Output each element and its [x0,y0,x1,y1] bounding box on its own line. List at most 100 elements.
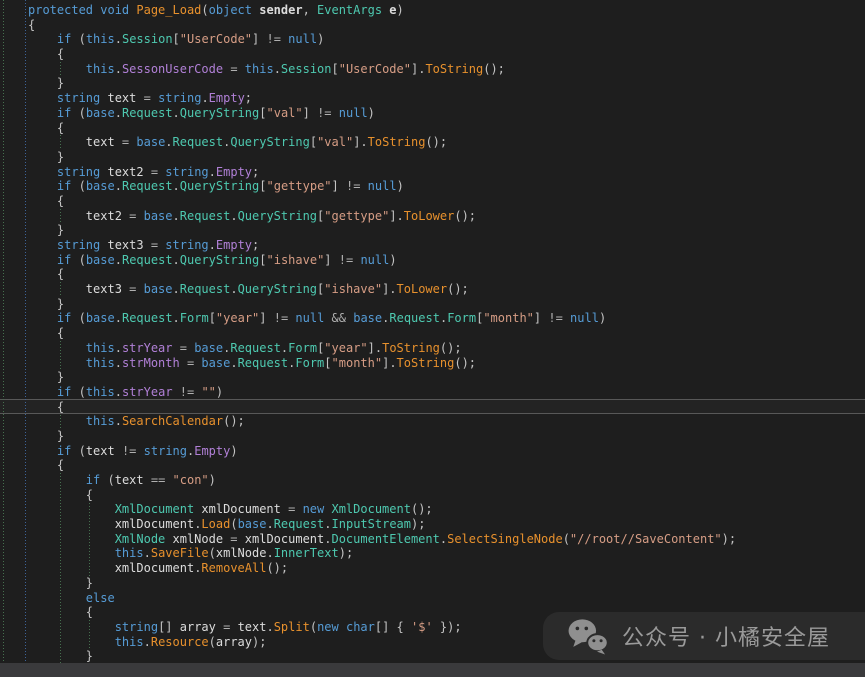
code-line[interactable]: this.SaveFile(xmlNode.InnerText); [0,546,865,561]
code-token: (); [454,356,476,370]
code-token: ) [230,444,237,458]
indent-whitespace [28,444,57,458]
code-line[interactable]: { [0,458,865,473]
code-line[interactable]: text2 = base.Request.QueryString["gettyp… [0,209,865,224]
code-line[interactable]: } [0,223,865,238]
code-line[interactable]: text3 = base.Request.QueryString["ishave… [0,282,865,297]
code-area[interactable]: protected void Page_Load(object sender, … [0,3,865,664]
code-token: if [57,253,79,267]
code-token: if [57,385,79,399]
code-line[interactable]: string text3 = string.Empty; [0,238,865,253]
code-line[interactable]: } [0,429,865,444]
code-line[interactable]: if (base.Request.QueryString["ishave"] !… [0,253,865,268]
code-line[interactable]: } [0,150,865,165]
code-line[interactable]: this.SearchCalendar(); [0,414,865,429]
code-line[interactable]: } [0,297,865,312]
code-token: } [57,150,64,164]
code-line[interactable]: this.strYear = base.Request.Form["year"]… [0,341,865,356]
code-line[interactable]: string text = string.Empty; [0,91,865,106]
code-line[interactable]: this.strMonth = base.Request.Form["month… [0,356,865,371]
code-line[interactable]: XmlDocument xmlDocument = new XmlDocumen… [0,502,865,517]
code-line[interactable]: this.SessonUserCode = this.Session["User… [0,62,865,77]
code-line[interactable]: { [0,326,865,341]
code-line[interactable]: protected void Page_Load(object sender, … [0,3,865,18]
code-token: SaveFile [151,546,209,560]
code-token: "val" [267,106,303,120]
code-token: ]. [368,341,382,355]
code-token: object [209,3,260,17]
code-token: [ [259,179,266,193]
code-token: ToLower [404,209,455,223]
code-token: ); [722,532,736,546]
code-token: null [288,32,317,46]
indent-whitespace [28,282,86,296]
code-token: ( [201,3,208,17]
code-token: "" [201,385,215,399]
indent-whitespace [28,502,115,516]
code-token: = [122,282,144,296]
indent-whitespace [28,649,86,663]
code-line[interactable]: xmlDocument.Load(base.Request.InputStrea… [0,517,865,532]
code-token: ( [209,635,216,649]
code-token: QueryString [238,209,317,223]
code-line[interactable]: if (base.Request.QueryString["val"] != n… [0,106,865,121]
code-token: protected [28,3,100,17]
code-token: "ishave" [324,282,382,296]
code-line[interactable]: { [0,267,865,282]
code-line[interactable]: } [0,576,865,591]
code-token: != [548,311,570,325]
code-token: ) [397,179,404,193]
code-token: QueryString [238,282,317,296]
code-line[interactable]: { [0,194,865,209]
code-token: . [209,238,216,252]
code-token: ToString [368,135,426,149]
code-token: . [115,106,122,120]
watermark-text: 公众号 · 小橘安全屋 [622,620,830,652]
code-token: Request [238,356,289,370]
code-token: ) [216,385,223,399]
code-token: [ [259,106,266,120]
code-token: (); [447,282,469,296]
code-line[interactable]: { [0,121,865,136]
code-line[interactable]: if (this.strYear != "") [0,385,865,400]
code-line[interactable]: { [0,47,865,62]
horizontal-scrollbar[interactable] [0,663,865,677]
code-line[interactable]: } [0,370,865,385]
code-line[interactable]: if (text != string.Empty) [0,444,865,459]
code-line[interactable]: if (base.Request.QueryString["gettype"] … [0,179,865,194]
code-token: base [238,517,267,531]
code-token: Request [389,311,440,325]
code-line[interactable]: if (base.Request.Form["year"] != null &&… [0,311,865,326]
code-token: if [86,473,108,487]
code-token: } [86,576,93,590]
code-token: this [86,62,115,76]
indent-whitespace [28,253,57,267]
code-token: base [194,341,223,355]
code-line[interactable]: } [0,76,865,91]
code-token: != [317,106,339,120]
code-token: Form [180,311,209,325]
code-line[interactable]: { [0,400,865,415]
code-line[interactable]: string text2 = string.Empty; [0,165,865,180]
code-token: . [201,91,208,105]
code-line[interactable]: if (text == "con") [0,473,865,488]
code-token: [] { [375,620,411,634]
code-line[interactable]: xmlDocument.RemoveAll(); [0,561,865,576]
code-line[interactable]: { [0,18,865,33]
code-token: text [115,473,144,487]
code-token: string [165,165,208,179]
code-line[interactable]: text = base.Request.QueryString["val"].T… [0,135,865,150]
code-token: { [57,47,64,61]
code-line[interactable]: else [0,591,865,606]
code-token: "con" [173,473,209,487]
code-token: strYear [122,385,173,399]
code-line[interactable]: XmlNode xmlNode = xmlDocument.DocumentEl… [0,532,865,547]
code-token: Empty [216,238,252,252]
code-token: (); [425,135,447,149]
code-token: InputStream [332,517,411,531]
watermark-badge: 公众号 · 小橘安全屋 [543,612,865,660]
code-line[interactable]: if (this.Session["UserCode"] != null) [0,32,865,47]
code-line[interactable]: { [0,488,865,503]
code-token: InnerText [274,546,339,560]
indent-whitespace [28,194,57,208]
